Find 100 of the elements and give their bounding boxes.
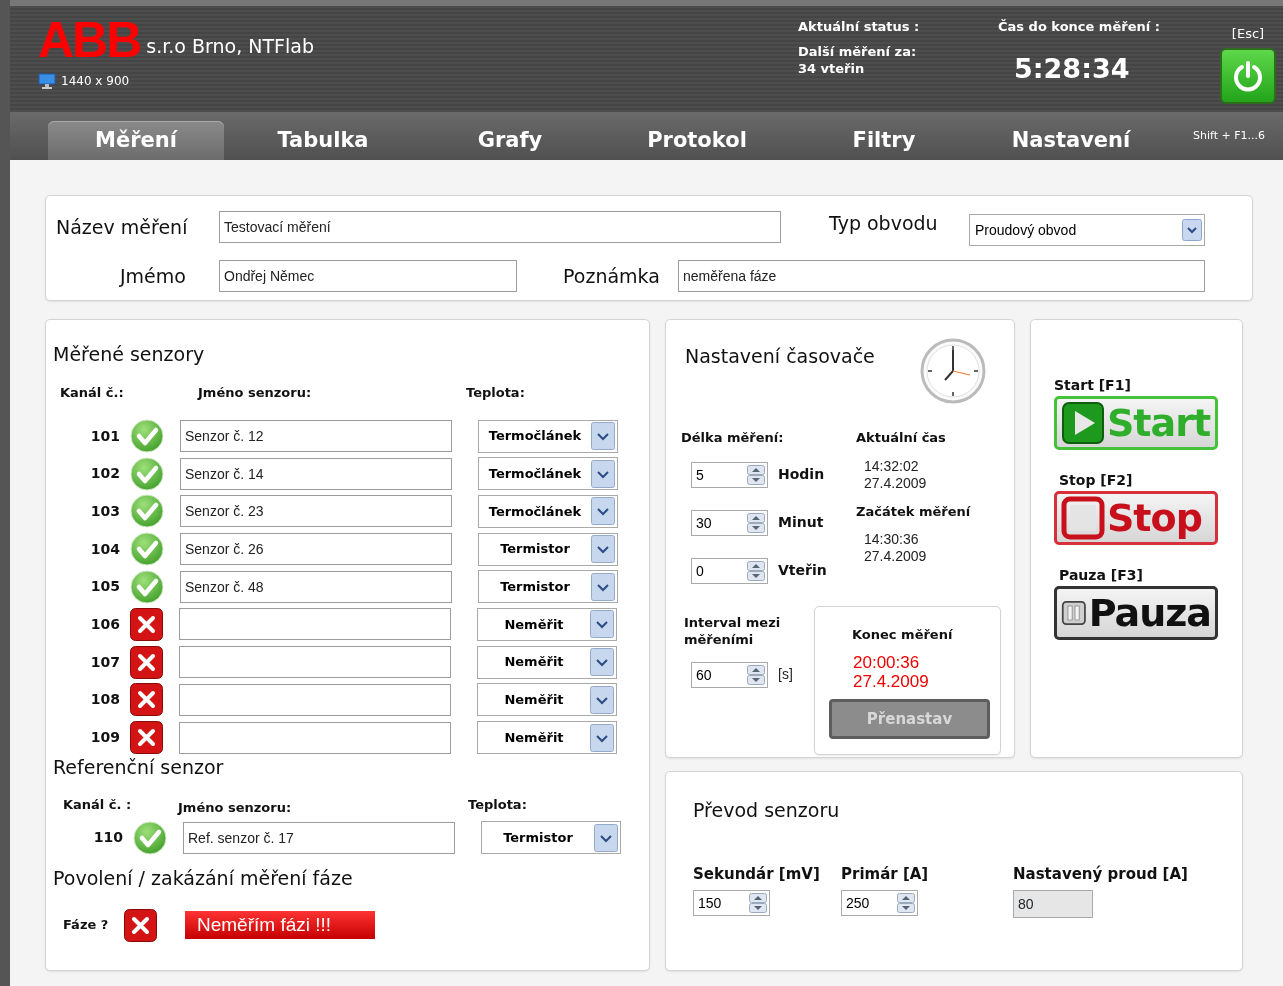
type-dropdown[interactable]: Termočlánek bbox=[478, 419, 618, 453]
check-icon[interactable] bbox=[133, 820, 167, 855]
section-title: Nastavení časovače bbox=[684, 344, 875, 369]
tab[interactable]: Měření bbox=[48, 121, 224, 160]
tab[interactable]: Tabulka bbox=[235, 121, 411, 160]
next-measurement-label: Další měření za: bbox=[798, 43, 918, 60]
channel-number: 101 bbox=[89, 426, 120, 446]
cross-icon[interactable] bbox=[124, 908, 157, 942]
spinner-icon[interactable] bbox=[747, 664, 765, 685]
column-header: Kanál č.: bbox=[59, 383, 125, 402]
date-value: 27.4.2009 bbox=[863, 548, 928, 565]
channel-number: 108 bbox=[89, 690, 120, 710]
channel-number: 106 bbox=[89, 614, 120, 634]
field-label: Sekundár [mV] bbox=[693, 863, 821, 885]
section-title: Měřené senzory bbox=[53, 342, 206, 367]
time-value: 14:32:02 bbox=[863, 457, 920, 475]
type-dropdown[interactable]: Termistor bbox=[481, 821, 621, 855]
sensor-name-field[interactable]: Senzor č. 12 bbox=[180, 420, 452, 452]
field-label: Interval mezi měřeními bbox=[683, 613, 782, 648]
next-measurement-value: 34 vteřin bbox=[798, 60, 866, 77]
cross-icon[interactable] bbox=[130, 683, 163, 717]
readonly-field: 80 bbox=[1013, 890, 1093, 918]
spinner-icon[interactable] bbox=[749, 893, 767, 913]
countdown-label: Čas do konce měření : bbox=[998, 18, 1161, 35]
check-icon[interactable] bbox=[130, 569, 164, 604]
sensor-name-field[interactable] bbox=[179, 721, 451, 754]
field-label: Nastavený proud [A] bbox=[1013, 863, 1189, 885]
sensor-name-field[interactable]: Ref. senzor č. 17 bbox=[183, 821, 455, 854]
type-dropdown[interactable]: Termočlánek bbox=[478, 457, 618, 491]
cross-icon[interactable] bbox=[130, 607, 163, 641]
tab[interactable]: Nastavení bbox=[983, 121, 1159, 160]
shortcut-hint: Shift + F1...6 bbox=[1192, 127, 1265, 144]
tab[interactable]: Filtry bbox=[796, 121, 972, 160]
power-button[interactable] bbox=[1220, 47, 1276, 104]
stop-button[interactable]: Stop bbox=[1054, 491, 1218, 545]
shortcut-label: Start [F1] bbox=[1054, 376, 1132, 395]
spinner-icon[interactable] bbox=[747, 512, 765, 533]
column-header: Jméno senzoru: bbox=[178, 799, 293, 818]
date-value: 27.4.2009 bbox=[852, 672, 930, 691]
column-header: Teplota: bbox=[466, 383, 525, 402]
sensor-name-field[interactable]: Senzor č. 26 bbox=[180, 533, 452, 566]
status-label: Aktuální status : bbox=[798, 18, 921, 35]
spinner-icon[interactable] bbox=[747, 464, 765, 485]
spinner-icon[interactable] bbox=[897, 893, 915, 913]
field-label: Aktuální čas bbox=[856, 429, 947, 447]
channel-number: 102 bbox=[89, 464, 120, 484]
type-dropdown[interactable]: Neměřit bbox=[477, 645, 617, 679]
shortcut-label: Pauza [F3] bbox=[1058, 566, 1144, 585]
section-title: Referenční senzor bbox=[53, 754, 225, 780]
unit-label: Minut bbox=[778, 513, 824, 532]
type-dropdown[interactable]: Neměřit bbox=[477, 683, 617, 717]
field-label: Začátek měření bbox=[856, 502, 972, 521]
esc-hint: [Esc] bbox=[1231, 25, 1265, 43]
stop-icon bbox=[1061, 496, 1105, 540]
tab[interactable]: Protokol bbox=[609, 121, 785, 160]
section-title: Převod senzoru bbox=[693, 798, 841, 823]
input-field[interactable]: neměřena fáze bbox=[678, 260, 1205, 292]
column-header: Teplota: bbox=[468, 796, 527, 815]
unit-label: [s] bbox=[778, 666, 793, 683]
type-dropdown[interactable]: Termistor bbox=[478, 532, 618, 566]
time-value: 20:00:36 bbox=[852, 653, 921, 672]
check-icon[interactable] bbox=[130, 456, 164, 491]
type-dropdown[interactable]: Neměřit bbox=[477, 607, 617, 641]
check-icon[interactable] bbox=[130, 532, 164, 567]
channel-number: 103 bbox=[89, 501, 120, 521]
sensor-name-field[interactable] bbox=[179, 683, 451, 716]
company-name: s.r.o Brno, NTFlab bbox=[146, 33, 315, 59]
play-icon bbox=[1061, 401, 1105, 445]
field-label: Jmémo bbox=[118, 263, 187, 289]
channel-number: 107 bbox=[89, 652, 120, 672]
monitor-icon bbox=[38, 73, 56, 89]
section-title: Povolení / zakázání měření fáze bbox=[53, 866, 354, 892]
tab[interactable]: Grafy bbox=[422, 121, 598, 160]
pause-button[interactable]: Pauza bbox=[1054, 586, 1218, 640]
cross-icon[interactable] bbox=[130, 645, 163, 679]
channel-number: 104 bbox=[89, 539, 120, 559]
type-dropdown[interactable]: Termočlánek bbox=[478, 494, 618, 528]
clock-icon bbox=[920, 338, 986, 404]
circuit-dropdown[interactable]: Proudový obvod bbox=[969, 214, 1205, 246]
sensor-name-field[interactable] bbox=[179, 608, 451, 641]
unit-label: Hodin bbox=[778, 465, 825, 484]
cross-icon[interactable] bbox=[130, 721, 163, 754]
spinner-icon[interactable] bbox=[747, 560, 765, 581]
field-label: Konec měření bbox=[851, 625, 954, 644]
type-dropdown[interactable]: Termistor bbox=[478, 570, 618, 604]
sensor-name-field[interactable]: Senzor č. 48 bbox=[180, 570, 452, 603]
check-icon[interactable] bbox=[130, 494, 164, 529]
column-header: Kanál č. : bbox=[62, 796, 133, 815]
sensor-name-field[interactable] bbox=[179, 646, 451, 679]
channel-number: 110 bbox=[92, 828, 123, 848]
date-value: 27.4.2009 bbox=[863, 474, 928, 492]
sensor-name-field[interactable]: Senzor č. 23 bbox=[180, 495, 452, 528]
field-label: Typ obvodu bbox=[829, 210, 939, 236]
input-field[interactable]: Testovací měření bbox=[219, 211, 781, 243]
channel-number: 109 bbox=[89, 728, 120, 747]
input-field[interactable]: Ondřej Němec bbox=[219, 260, 517, 292]
check-icon[interactable] bbox=[130, 419, 164, 453]
type-dropdown[interactable]: Neměřit bbox=[477, 721, 617, 754]
column-header: Jméno senzoru: bbox=[198, 383, 313, 402]
sensor-name-field[interactable]: Senzor č. 14 bbox=[180, 457, 452, 490]
